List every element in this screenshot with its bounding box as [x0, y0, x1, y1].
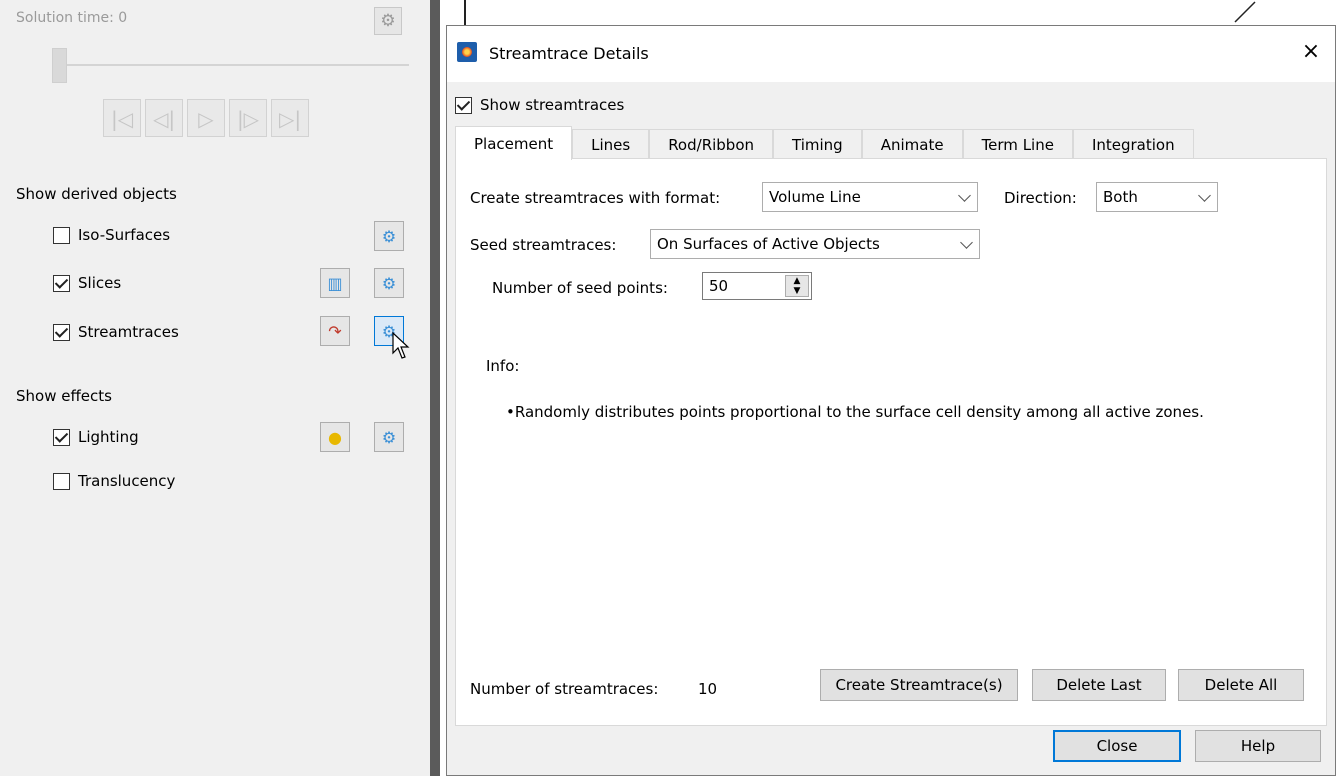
- light-bulb-icon: ●: [328, 427, 342, 447]
- format-value: Volume Line: [769, 188, 861, 206]
- streamtraces-row[interactable]: Streamtraces: [53, 323, 179, 341]
- lighting-checkbox[interactable]: [53, 428, 70, 446]
- seed-points-stepper[interactable]: 50 ▲ ▼: [702, 272, 812, 300]
- streamtrace-icon: ↷: [328, 321, 342, 341]
- close-icon[interactable]: ×: [1297, 38, 1325, 66]
- streamtraces-checkbox[interactable]: [53, 323, 70, 341]
- streamtrace-count-value: 10: [698, 680, 718, 698]
- lighting-row[interactable]: Lighting: [53, 428, 139, 446]
- translucency-label: Translucency: [78, 472, 176, 490]
- gear-icon: ⚙: [381, 226, 397, 246]
- show-streamtraces-label: Show streamtraces: [480, 96, 625, 114]
- app-logo-icon: [457, 42, 477, 62]
- delete-last-button[interactable]: Delete Last: [1032, 669, 1166, 701]
- streamtrace-details-dialog: Streamtrace Details × Show streamtraces …: [446, 25, 1336, 776]
- iso-surfaces-label: Iso-Surfaces: [78, 226, 171, 244]
- info-text: •Randomly distributes points proportiona…: [506, 403, 1204, 421]
- dialog-titlebar[interactable]: Streamtrace Details ×: [447, 26, 1335, 82]
- tab-lines[interactable]: Lines: [572, 129, 650, 160]
- seed-points-label: Number of seed points:: [492, 279, 668, 297]
- step-back-icon[interactable]: ◁|: [145, 99, 183, 137]
- seed-label: Seed streamtraces:: [470, 236, 617, 254]
- panel-divider[interactable]: [430, 0, 440, 776]
- skip-to-start-icon[interactable]: |◁: [103, 99, 141, 137]
- derived-objects-heading: Show derived objects: [16, 185, 177, 203]
- solution-time-gear-icon[interactable]: ⚙: [374, 7, 402, 35]
- direction-label: Direction:: [1004, 189, 1077, 207]
- effects-heading: Show effects: [16, 387, 112, 405]
- direction-select[interactable]: Both: [1096, 182, 1218, 212]
- translucency-checkbox[interactable]: [53, 472, 70, 490]
- slices-label: Slices: [78, 274, 122, 292]
- slice-icon: ▥: [327, 273, 343, 293]
- info-title: Info:: [486, 357, 520, 375]
- gear-icon: ⚙: [381, 273, 397, 293]
- streamtrace-tool-button[interactable]: ↷: [320, 316, 350, 346]
- lighting-settings-button[interactable]: ⚙: [374, 422, 404, 452]
- info-text-body: Randomly distributes points proportional…: [514, 403, 1204, 421]
- dialog-title: Streamtrace Details: [489, 44, 649, 63]
- seed-points-value: 50: [709, 277, 729, 295]
- close-button[interactable]: Close: [1053, 730, 1181, 762]
- chevron-down-icon: [960, 236, 973, 249]
- translucency-row[interactable]: Translucency: [53, 472, 175, 490]
- lighting-tool-button[interactable]: ●: [320, 422, 350, 452]
- placement-panel: Create streamtraces with format: Volume …: [455, 158, 1327, 726]
- iso-surfaces-settings-button[interactable]: ⚙: [374, 221, 404, 251]
- solution-time-slider-track[interactable]: [60, 64, 409, 66]
- play-icon[interactable]: ▷: [187, 99, 225, 137]
- slices-checkbox[interactable]: [53, 274, 70, 292]
- direction-value: Both: [1103, 188, 1138, 206]
- chevron-down-icon: [1198, 189, 1211, 202]
- playback-controls: |◁ ◁| ▷ |▷ ▷|: [103, 99, 309, 137]
- streamtraces-label: Streamtraces: [78, 323, 179, 341]
- slice-tool-button[interactable]: ▥: [320, 268, 350, 298]
- left-panel: Solution time: 0 ⚙ |◁ ◁| ▷ |▷ ▷| Show de…: [0, 0, 430, 776]
- show-streamtraces-checkbox[interactable]: [455, 96, 472, 114]
- tab-timing[interactable]: Timing: [773, 129, 862, 160]
- streamtrace-count-label: Number of streamtraces:: [470, 680, 659, 698]
- iso-surfaces-checkbox[interactable]: [53, 226, 70, 244]
- tab-bar: Placement Lines Rod/Ribbon Timing Animat…: [455, 126, 1194, 160]
- create-streamtrace-button[interactable]: Create Streamtrace(s): [820, 669, 1018, 701]
- tab-term-line[interactable]: Term Line: [962, 129, 1073, 160]
- lighting-label: Lighting: [78, 428, 139, 446]
- slices-row[interactable]: Slices: [53, 274, 121, 292]
- delete-all-button[interactable]: Delete All: [1178, 669, 1304, 701]
- skip-to-end-icon[interactable]: ▷|: [271, 99, 309, 137]
- tab-integration[interactable]: Integration: [1072, 129, 1194, 160]
- tab-placement[interactable]: Placement: [455, 126, 573, 160]
- gear-icon: ⚙: [381, 427, 397, 447]
- tab-rod-ribbon[interactable]: Rod/Ribbon: [649, 129, 774, 160]
- step-forward-icon[interactable]: |▷: [229, 99, 267, 137]
- iso-surfaces-row[interactable]: Iso-Surfaces: [53, 226, 170, 244]
- tab-animate[interactable]: Animate: [861, 129, 963, 160]
- help-button[interactable]: Help: [1195, 730, 1321, 762]
- solution-time-label: Solution time: 0: [16, 10, 128, 26]
- bullet-icon: •: [506, 403, 515, 421]
- spin-arrows-icon[interactable]: ▲ ▼: [785, 275, 809, 297]
- format-select[interactable]: Volume Line: [762, 182, 978, 212]
- mouse-cursor-icon: [392, 331, 410, 359]
- chevron-down-icon: [958, 189, 971, 202]
- format-label: Create streamtraces with format:: [470, 189, 721, 207]
- solution-time-slider-thumb[interactable]: [52, 48, 67, 83]
- seed-value: On Surfaces of Active Objects: [657, 235, 880, 253]
- seed-select[interactable]: On Surfaces of Active Objects: [650, 229, 980, 259]
- show-streamtraces-row[interactable]: Show streamtraces: [455, 96, 624, 114]
- slices-settings-button[interactable]: ⚙: [374, 268, 404, 298]
